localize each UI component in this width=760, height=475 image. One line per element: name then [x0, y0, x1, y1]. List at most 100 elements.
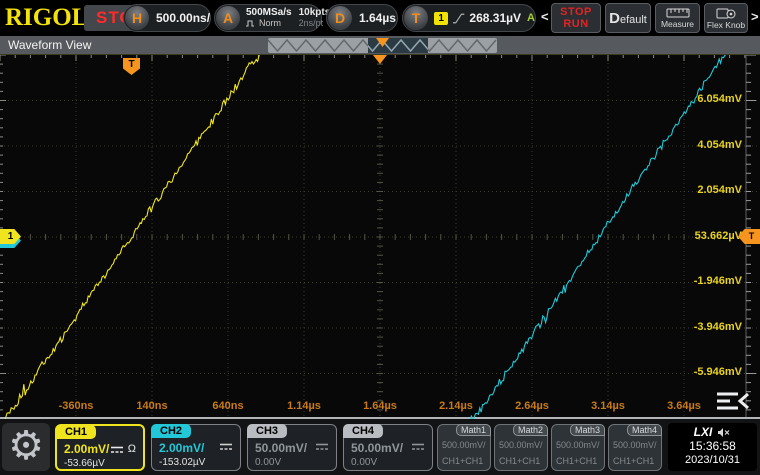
trigger-icon: T	[404, 6, 428, 30]
ch3-tab: CH3	[247, 424, 287, 438]
math-card-math2[interactable]: Math2 500.00mV/ CH1+CH1	[494, 424, 548, 471]
channel-card-ch2[interactable]: CH2 2.00mV/ -153.02µV	[151, 424, 241, 471]
math1-expression: CH1+CH1	[442, 456, 483, 466]
bottom-bar: ⚙ CH1 2.00mV/ Ω -53.66µV CH2 2.00mV/ -15…	[0, 419, 760, 475]
ch2-tab: CH2	[151, 424, 191, 438]
dc-coupling-icon	[219, 442, 233, 451]
ch2-scale: 2.00mV/	[159, 441, 204, 455]
default-initial: D	[609, 10, 620, 27]
ch4-tab: CH4	[343, 424, 383, 438]
math2-scale: 500.00mV/	[499, 440, 543, 450]
knob-icon	[715, 7, 737, 19]
channel-card-ch3[interactable]: CH3 50.00mV/ 0.00V	[247, 424, 337, 471]
math3-tab: Math3	[570, 424, 605, 436]
math-card-math4[interactable]: Math4 500.00mV/ CH1+CH1	[608, 424, 662, 471]
trigger-level-value: 268.31µV	[469, 11, 521, 25]
dc-coupling-icon	[315, 442, 329, 451]
rigol-logo: RIGOL	[5, 4, 88, 32]
acquire-mode: Norm	[259, 18, 281, 29]
ch3-scale: 50.00mV/	[255, 441, 307, 455]
trigger-sweep-mode: A	[527, 12, 535, 24]
ch1-offset: -53.66µV	[64, 458, 105, 469]
math4-scale: 500.00mV/	[613, 440, 657, 450]
math-card-math3[interactable]: Math3 500.00mV/ CH1+CH1	[551, 424, 605, 471]
clock-date: 2023/10/31	[668, 454, 757, 466]
display-menu-icon[interactable]	[716, 391, 750, 411]
math2-expression: CH1+CH1	[499, 456, 540, 466]
toolbar-scroll-left-icon[interactable]: <	[541, 9, 549, 24]
flex-knob-label: Flex Knob	[707, 20, 745, 30]
delay-value: 1.64µs	[359, 11, 396, 25]
measure-button[interactable]: Measure	[655, 3, 700, 33]
x-axis-label: 140ns	[114, 400, 190, 412]
horizontal-center-marker[interactable]	[373, 55, 387, 64]
x-axis-label: 640ns	[190, 400, 266, 412]
graticule-and-traces	[0, 55, 760, 419]
math2-tab: Math2	[513, 424, 548, 436]
system-info-panel[interactable]: LXI 15:36:58 2023/10/31	[668, 423, 757, 471]
run-stop-button[interactable]: STOP RUN	[551, 3, 601, 33]
math3-scale: 500.00mV/	[556, 440, 600, 450]
pulse-icon	[246, 20, 257, 27]
channel-card-ch4[interactable]: CH4 50.00mV/ 0.00V	[343, 424, 433, 471]
speaker-muted-icon	[717, 427, 731, 438]
ch1-tab: CH1	[56, 425, 96, 439]
channel-card-ch1[interactable]: CH1 2.00mV/ Ω -53.66µV	[55, 424, 145, 471]
x-axis-label: 2.64µs	[494, 400, 570, 412]
gear-icon: ⚙	[8, 424, 44, 468]
horizontal-scale-button[interactable]: H 500.00ns/	[123, 4, 211, 32]
run-stop-line1: STOP	[560, 6, 592, 18]
acquire-button[interactable]: A 500MSa/s Norm 10kpts 2ns/pt	[214, 4, 322, 32]
function-navigation-button[interactable]: ⚙	[2, 423, 50, 471]
y-axis-label: 4.054mV	[697, 139, 742, 151]
y-axis-label: 6.054mV	[697, 93, 742, 105]
flex-knob-button[interactable]: Flex Knob	[704, 3, 748, 33]
math-card-math1[interactable]: Math1 500.00mV/ CH1+CH1	[437, 424, 491, 471]
delay-icon: D	[328, 6, 352, 30]
acquire-icon: A	[216, 6, 240, 30]
clock-time: 15:36:58	[668, 439, 757, 454]
ch2-offset: -153.02µV	[159, 457, 205, 468]
y-axis-label: -3.946mV	[694, 321, 742, 333]
toolbar-scroll-right-icon[interactable]: >	[751, 9, 759, 24]
ruler-icon	[666, 8, 690, 18]
tab-waveform-view[interactable]: Waveform View	[8, 38, 91, 52]
ch4-scale: 50.00mV/	[351, 441, 403, 455]
y-axis-label: -5.946mV	[694, 366, 742, 378]
horizontal-scale-value: 500.00ns/	[156, 11, 210, 25]
run-stop-line2: RUN	[563, 18, 588, 30]
top-bar: RIGOL STOP H 500.00ns/ A 500MSa/s Norm 1…	[0, 0, 760, 36]
trigger-button[interactable]: T 1 268.31µV A	[402, 4, 536, 32]
x-axis-label: -360ns	[38, 400, 114, 412]
default-rest: efault	[620, 14, 647, 26]
default-button[interactable]: Default	[605, 3, 651, 33]
math4-expression: CH1+CH1	[613, 456, 654, 466]
dc-coupling-icon	[110, 445, 124, 454]
delay-button[interactable]: D 1.64µs	[326, 4, 398, 32]
math1-tab: Math1	[456, 424, 491, 436]
x-axis-label: 2.14µs	[418, 400, 494, 412]
waveform-display[interactable]: T 1 T 6.054mV 4.054mV 2.054mV 53.662µV -…	[0, 55, 760, 419]
math1-scale: 500.00mV/	[442, 440, 486, 450]
lxi-logo: LXI	[694, 425, 713, 439]
horizontal-icon: H	[125, 6, 149, 30]
ch1-scale: 2.00mV/	[64, 442, 109, 456]
y-axis-label: 2.054mV	[697, 184, 742, 196]
math4-tab: Math4	[627, 424, 662, 436]
x-axis-label: 3.64µs	[646, 400, 722, 412]
measure-label: Measure	[661, 19, 694, 29]
sample-rate: 500MSa/s	[246, 7, 292, 18]
x-axis-label: 1.64µs	[342, 400, 418, 412]
timebase-overview-strip[interactable]	[268, 38, 497, 53]
trigger-source-badge: 1	[434, 12, 448, 25]
y-axis-label: 53.662µV	[695, 230, 742, 242]
oscilloscope-screen: RIGOL STOP H 500.00ns/ A 500MSa/s Norm 1…	[0, 0, 760, 475]
impedance-label: Ω	[128, 443, 136, 455]
x-axis-label: 1.14µs	[266, 400, 342, 412]
y-axis-label: -1.946mV	[694, 275, 742, 287]
dc-coupling-icon	[411, 442, 425, 451]
tab-bar: Waveform View	[0, 36, 760, 55]
ch3-offset: 0.00V	[255, 457, 281, 468]
ch4-offset: 0.00V	[351, 457, 377, 468]
rising-edge-icon	[452, 12, 465, 25]
